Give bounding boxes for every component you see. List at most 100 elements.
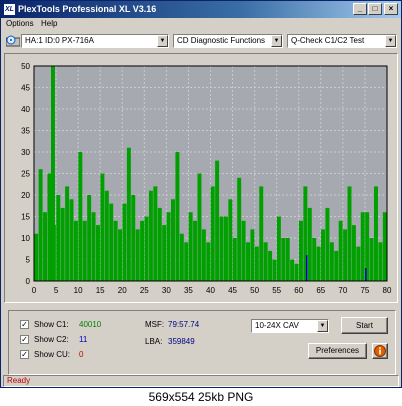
chevron-down-icon[interactable]: ▼: [271, 35, 282, 47]
x-tick-label: 60: [294, 286, 303, 295]
x-tick-label: 65: [316, 286, 325, 295]
bar-c1: [113, 220, 118, 281]
bar-c1: [69, 199, 74, 281]
bar-c1: [184, 242, 189, 281]
drive-select-value: HA:1 ID:0 PX-716A: [25, 36, 94, 45]
bar-c1: [360, 212, 365, 281]
minimize-button[interactable]: _: [353, 3, 367, 15]
bar-c1: [237, 177, 242, 281]
cu-count: 0: [79, 350, 84, 359]
bar-c1: [228, 199, 233, 281]
function-select-value: CD Diagnostic Functions: [177, 36, 266, 45]
chevron-down-icon[interactable]: ▼: [157, 35, 168, 47]
bar-c2: [305, 255, 308, 281]
bar-c1: [162, 225, 167, 281]
bar-c1: [56, 195, 61, 281]
start-button[interactable]: Start: [341, 317, 388, 334]
bar-c1: [334, 250, 339, 281]
msf-label: MSF:: [145, 320, 165, 329]
info-button[interactable]: [372, 343, 388, 359]
c1-count: 40010: [79, 320, 102, 329]
chevron-down-icon[interactable]: ▼: [317, 320, 328, 332]
speed-select[interactable]: 10-24X CAV ▼: [251, 319, 329, 333]
drive-select[interactable]: HA:1 ID:0 PX-716A ▼: [21, 34, 169, 48]
bar-c1: [272, 259, 277, 281]
lba-value: 359849: [168, 337, 195, 346]
bar-c1: [294, 263, 299, 281]
bar-c1: [250, 229, 255, 281]
preferences-button[interactable]: Preferences: [308, 343, 367, 359]
x-tick-label: 0: [32, 286, 37, 295]
c1c2-chart: 0 5 10 15 20 25 30 35 40 45 50 0 5 10 15 20 25 30 35 40 45 50…: [21, 62, 392, 295]
bar-c1: [373, 186, 378, 281]
bar-c1: [206, 242, 211, 281]
speed-select-value: 10-24X CAV: [255, 321, 299, 330]
bar-c1: [38, 169, 43, 281]
bar-c1: [215, 160, 220, 281]
y-tick-label: 5: [26, 256, 31, 265]
c2-count: 11: [79, 335, 88, 344]
bar-c1: [135, 229, 140, 281]
bar-c1: [144, 216, 149, 281]
bar-c1: [91, 212, 96, 281]
bar-c1: [254, 246, 259, 281]
x-tick-label: 70: [338, 286, 347, 295]
bar-c1: [82, 220, 87, 281]
test-select[interactable]: Q-Check C1/C2 Test ▼: [287, 34, 397, 48]
bar-c1: [382, 212, 387, 281]
bar-c1: [104, 190, 109, 281]
bar-c1: [246, 242, 250, 281]
bar-c1: [43, 212, 48, 281]
show-c1-checkbox[interactable]: ✓: [20, 320, 29, 329]
bar-c1: [65, 186, 70, 281]
bar-c1: [312, 238, 317, 281]
show-cu-label: Show CU:: [34, 350, 71, 359]
menu-help[interactable]: Help: [41, 19, 57, 28]
menu-options[interactable]: Options: [6, 19, 34, 28]
c1c2-chart-panel: 0 5 10 15 20 25 30 35 40 45 50 0 5 10 15 20 25 30 35 40 45 50…: [4, 53, 398, 303]
bar-c1: [223, 216, 228, 281]
close-button[interactable]: ×: [384, 3, 398, 15]
y-tick-label: 20: [21, 191, 30, 200]
function-select[interactable]: CD Diagnostic Functions ▼: [173, 34, 283, 48]
y-tick-label: 0: [26, 277, 31, 286]
maximize-button[interactable]: □: [368, 3, 382, 15]
show-c2-checkbox[interactable]: ✓: [20, 335, 29, 344]
test-select-value: Q-Check C1/C2 Test: [291, 36, 365, 45]
title-bar[interactable]: XL PlexTools Professional XL V3.16 _ □ ×: [1, 1, 401, 18]
bar-c1: [73, 220, 78, 281]
x-tick-label: 25: [140, 286, 149, 295]
y-tick-label: 45: [21, 84, 30, 93]
bar-c1: [47, 173, 52, 281]
bar-c1: [34, 233, 39, 281]
x-tick-label: 55: [272, 286, 281, 295]
bar-c1: [259, 186, 264, 281]
bar-c1: [356, 246, 361, 281]
bar-c1: [307, 207, 312, 281]
y-tick-label: 25: [21, 170, 30, 179]
bar-c1: [78, 152, 83, 281]
y-tick-label: 30: [21, 148, 30, 157]
y-tick-label: 15: [21, 213, 30, 222]
bar-c1: [316, 246, 321, 281]
bar-c1: [290, 259, 295, 281]
show-cu-checkbox[interactable]: ✓: [20, 350, 29, 359]
x-tick-label: 75: [360, 286, 369, 295]
bar-c1: [51, 225, 56, 281]
bar-c1: [175, 152, 180, 281]
y-tick-label: 50: [21, 62, 30, 71]
bar-c1: [122, 203, 127, 281]
menu-bar: Options Help: [1, 18, 401, 31]
status-bar: Ready: [3, 375, 399, 387]
y-tick-label: 35: [21, 127, 30, 136]
bar-c1: [347, 186, 352, 281]
bar-c1: [281, 238, 286, 281]
bar-c1: [210, 186, 215, 281]
chevron-down-icon[interactable]: ▼: [385, 35, 396, 47]
y-tick-label: 40: [21, 105, 30, 114]
x-tick-label: 10: [74, 286, 83, 295]
show-c2-label: Show C2:: [34, 335, 69, 344]
show-c1-label: Show C1:: [34, 320, 69, 329]
bar-c1: [197, 173, 202, 281]
bar-c1: [87, 195, 92, 281]
